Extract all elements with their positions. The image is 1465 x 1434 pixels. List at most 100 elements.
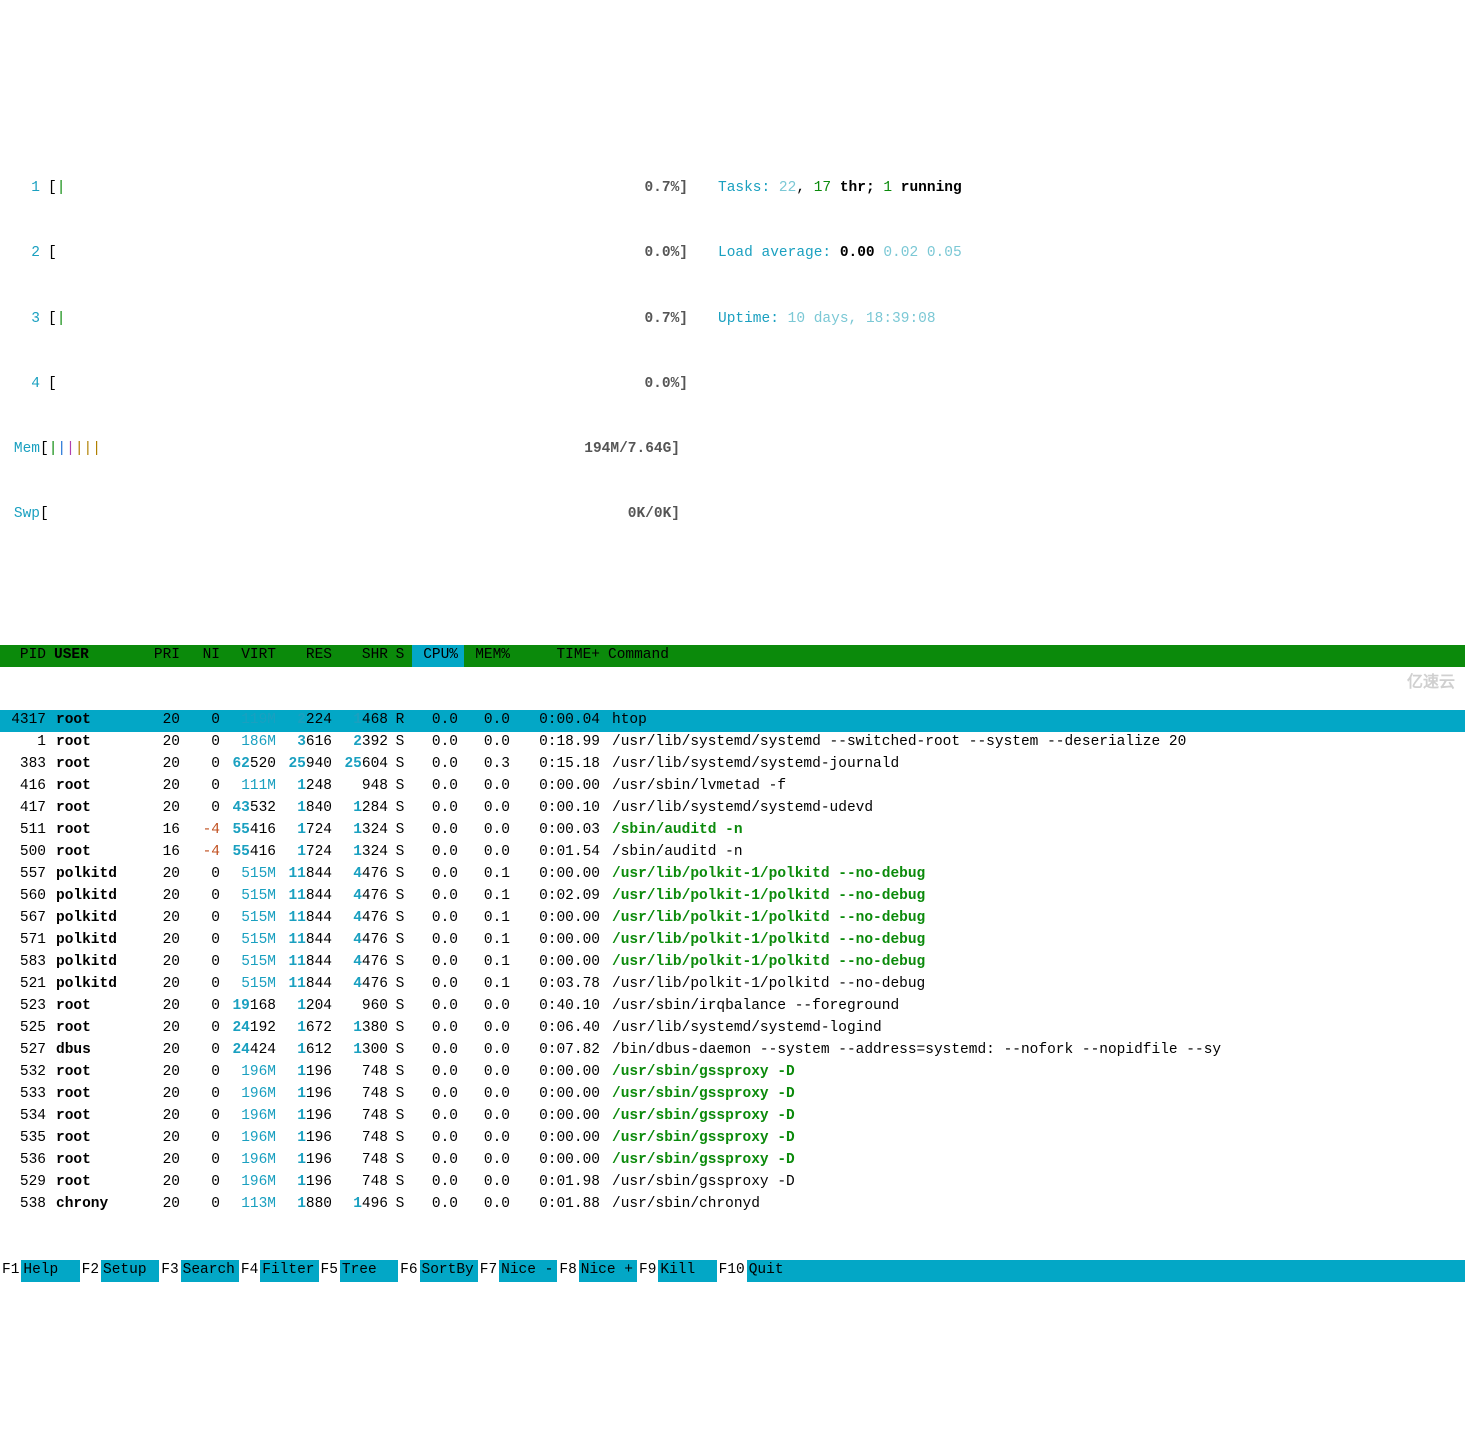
col-cpu[interactable]: CPU% [412, 645, 464, 667]
cell-ni: 0 [186, 886, 226, 908]
fnkey-f2[interactable]: F2 [80, 1260, 101, 1282]
fnlabel-f8[interactable]: Nice + [579, 1260, 637, 1282]
cell-res: 1880 [282, 1194, 338, 1216]
col-mem[interactable]: MEM% [464, 645, 516, 667]
process-row[interactable]: 500root16-45541617241324S0.00.00:01.54/s… [0, 842, 1465, 864]
process-list[interactable]: 4317root200119M22241468R0.00.00:00.04hto… [0, 710, 1465, 1216]
cell-time: 0:00.04 [516, 710, 606, 732]
process-row[interactable]: 511root16-45541617241324S0.00.00:00.03/s… [0, 820, 1465, 842]
process-table-header[interactable]: PID USER PRI NI VIRT RES SHR S CPU% MEM%… [0, 645, 1465, 667]
cell-mem: 0.0 [464, 710, 516, 732]
cell-mem: 0.0 [464, 996, 516, 1018]
cell-time: 0:00.00 [516, 1062, 606, 1084]
fnlabel-f9[interactable]: Kill [658, 1260, 716, 1282]
col-pid[interactable]: PID [0, 645, 52, 667]
process-row[interactable]: 1root200186M36162392S0.00.00:18.99/usr/l… [0, 732, 1465, 754]
fnkey-f9[interactable]: F9 [637, 1260, 658, 1282]
cell-time: 0:15.18 [516, 754, 606, 776]
process-row[interactable]: 523root200191681204960S0.00.00:40.10/usr… [0, 996, 1465, 1018]
process-row[interactable]: 417root2004353218401284S0.00.00:00.10/us… [0, 798, 1465, 820]
cell-cpu: 0.0 [412, 842, 464, 864]
cell-pri: 20 [134, 886, 186, 908]
cell-shr: 4476 [338, 886, 394, 908]
cell-time: 0:00.00 [516, 776, 606, 798]
fnlabel-f6[interactable]: SortBy [420, 1260, 478, 1282]
cell-virt: 111M [226, 776, 282, 798]
cell-virt: 196M [226, 1062, 282, 1084]
process-row[interactable]: 4317root200119M22241468R0.00.00:00.04hto… [0, 710, 1465, 732]
cell-res: 11844 [282, 864, 338, 886]
process-row[interactable]: 532root200196M1196748S0.00.00:00.00/usr/… [0, 1062, 1465, 1084]
fnkey-f3[interactable]: F3 [159, 1260, 180, 1282]
cell-pri: 20 [134, 1150, 186, 1172]
col-virt[interactable]: VIRT [226, 645, 282, 667]
cell-virt: 55416 [226, 820, 282, 842]
cell-shr: 2392 [338, 732, 394, 754]
process-row[interactable]: 534root200196M1196748S0.00.00:00.00/usr/… [0, 1106, 1465, 1128]
fnkey-f6[interactable]: F6 [398, 1260, 419, 1282]
col-res[interactable]: RES [282, 645, 338, 667]
system-stats: Tasks: 22, 17 thr; 1 running Load averag… [718, 135, 962, 570]
process-row[interactable]: 571polkitd200515M118444476S0.00.10:00.00… [0, 930, 1465, 952]
process-row[interactable]: 535root200196M1196748S0.00.00:00.00/usr/… [0, 1128, 1465, 1150]
col-pri[interactable]: PRI [134, 645, 186, 667]
cell-command: /usr/sbin/gssproxy -D [606, 1106, 1465, 1128]
fnkey-f10[interactable]: F10 [717, 1260, 747, 1282]
cell-cpu: 0.0 [412, 1062, 464, 1084]
cell-user: root [52, 1106, 134, 1128]
cell-cpu: 0.0 [412, 754, 464, 776]
cell-user: dbus [52, 1040, 134, 1062]
col-time[interactable]: TIME+ [516, 645, 606, 667]
cell-user: root [52, 1150, 134, 1172]
col-cmd[interactable]: Command [606, 645, 1465, 667]
process-row[interactable]: 567polkitd200515M118444476S0.00.10:00.00… [0, 908, 1465, 930]
fnkey-f8[interactable]: F8 [557, 1260, 578, 1282]
fnkey-f1[interactable]: F1 [0, 1260, 21, 1282]
process-row[interactable]: 560polkitd200515M118444476S0.00.10:02.09… [0, 886, 1465, 908]
cell-virt: 515M [226, 930, 282, 952]
fnkey-f5[interactable]: F5 [319, 1260, 340, 1282]
col-user[interactable]: USER [52, 645, 134, 667]
cell-user: root [52, 754, 134, 776]
cell-virt: 515M [226, 974, 282, 996]
cell-mem: 0.0 [464, 1128, 516, 1150]
fnlabel-f2[interactable]: Setup [101, 1260, 159, 1282]
cell-shr: 1468 [338, 710, 394, 732]
fnlabel-f10[interactable]: Quit [747, 1260, 805, 1282]
swp-meter: Swp [0K/0K] [6, 504, 688, 526]
process-row[interactable]: 538chrony200113M18801496S0.00.00:01.88/u… [0, 1194, 1465, 1216]
process-row[interactable]: 416root200111M1248948S0.00.00:00.00/usr/… [0, 776, 1465, 798]
process-row[interactable]: 525root2002419216721380S0.00.00:06.40/us… [0, 1018, 1465, 1040]
process-row[interactable]: 527dbus2002442416121300S0.00.00:07.82/bi… [0, 1040, 1465, 1062]
cell-pri: 20 [134, 776, 186, 798]
col-s[interactable]: S [394, 645, 412, 667]
cpu-meter-4: 4 [0.0%] [6, 374, 688, 396]
fnlabel-f7[interactable]: Nice - [499, 1260, 557, 1282]
cell-user: root [52, 732, 134, 754]
cell-pid: 4317 [0, 710, 52, 732]
fnkey-f4[interactable]: F4 [239, 1260, 260, 1282]
cell-command: /sbin/auditd -n [606, 820, 1465, 842]
process-row[interactable]: 557polkitd200515M118444476S0.00.10:00.00… [0, 864, 1465, 886]
fnkey-f7[interactable]: F7 [478, 1260, 499, 1282]
fnlabel-f3[interactable]: Search [181, 1260, 239, 1282]
process-row[interactable]: 536root200196M1196748S0.00.00:00.00/usr/… [0, 1150, 1465, 1172]
process-row[interactable]: 533root200196M1196748S0.00.00:00.00/usr/… [0, 1084, 1465, 1106]
fnlabel-f4[interactable]: Filter [260, 1260, 318, 1282]
process-row[interactable]: 383root200625202594025604S0.00.30:15.18/… [0, 754, 1465, 776]
cell-command: /bin/dbus-daemon --system --address=syst… [606, 1040, 1465, 1062]
cell-pid: 560 [0, 886, 52, 908]
cell-shr: 748 [338, 1084, 394, 1106]
col-shr[interactable]: SHR [338, 645, 394, 667]
cell-time: 0:00.00 [516, 952, 606, 974]
cell-pid: 534 [0, 1106, 52, 1128]
fnlabel-f5[interactable]: Tree [340, 1260, 398, 1282]
process-row[interactable]: 529root200196M1196748S0.00.00:01.98/usr/… [0, 1172, 1465, 1194]
cell-shr: 25604 [338, 754, 394, 776]
cell-mem: 0.1 [464, 930, 516, 952]
fnlabel-f1[interactable]: Help [21, 1260, 79, 1282]
process-row[interactable]: 583polkitd200515M118444476S0.00.10:00.00… [0, 952, 1465, 974]
process-row[interactable]: 521polkitd200515M118444476S0.00.10:03.78… [0, 974, 1465, 996]
cell-shr: 960 [338, 996, 394, 1018]
col-ni[interactable]: NI [186, 645, 226, 667]
